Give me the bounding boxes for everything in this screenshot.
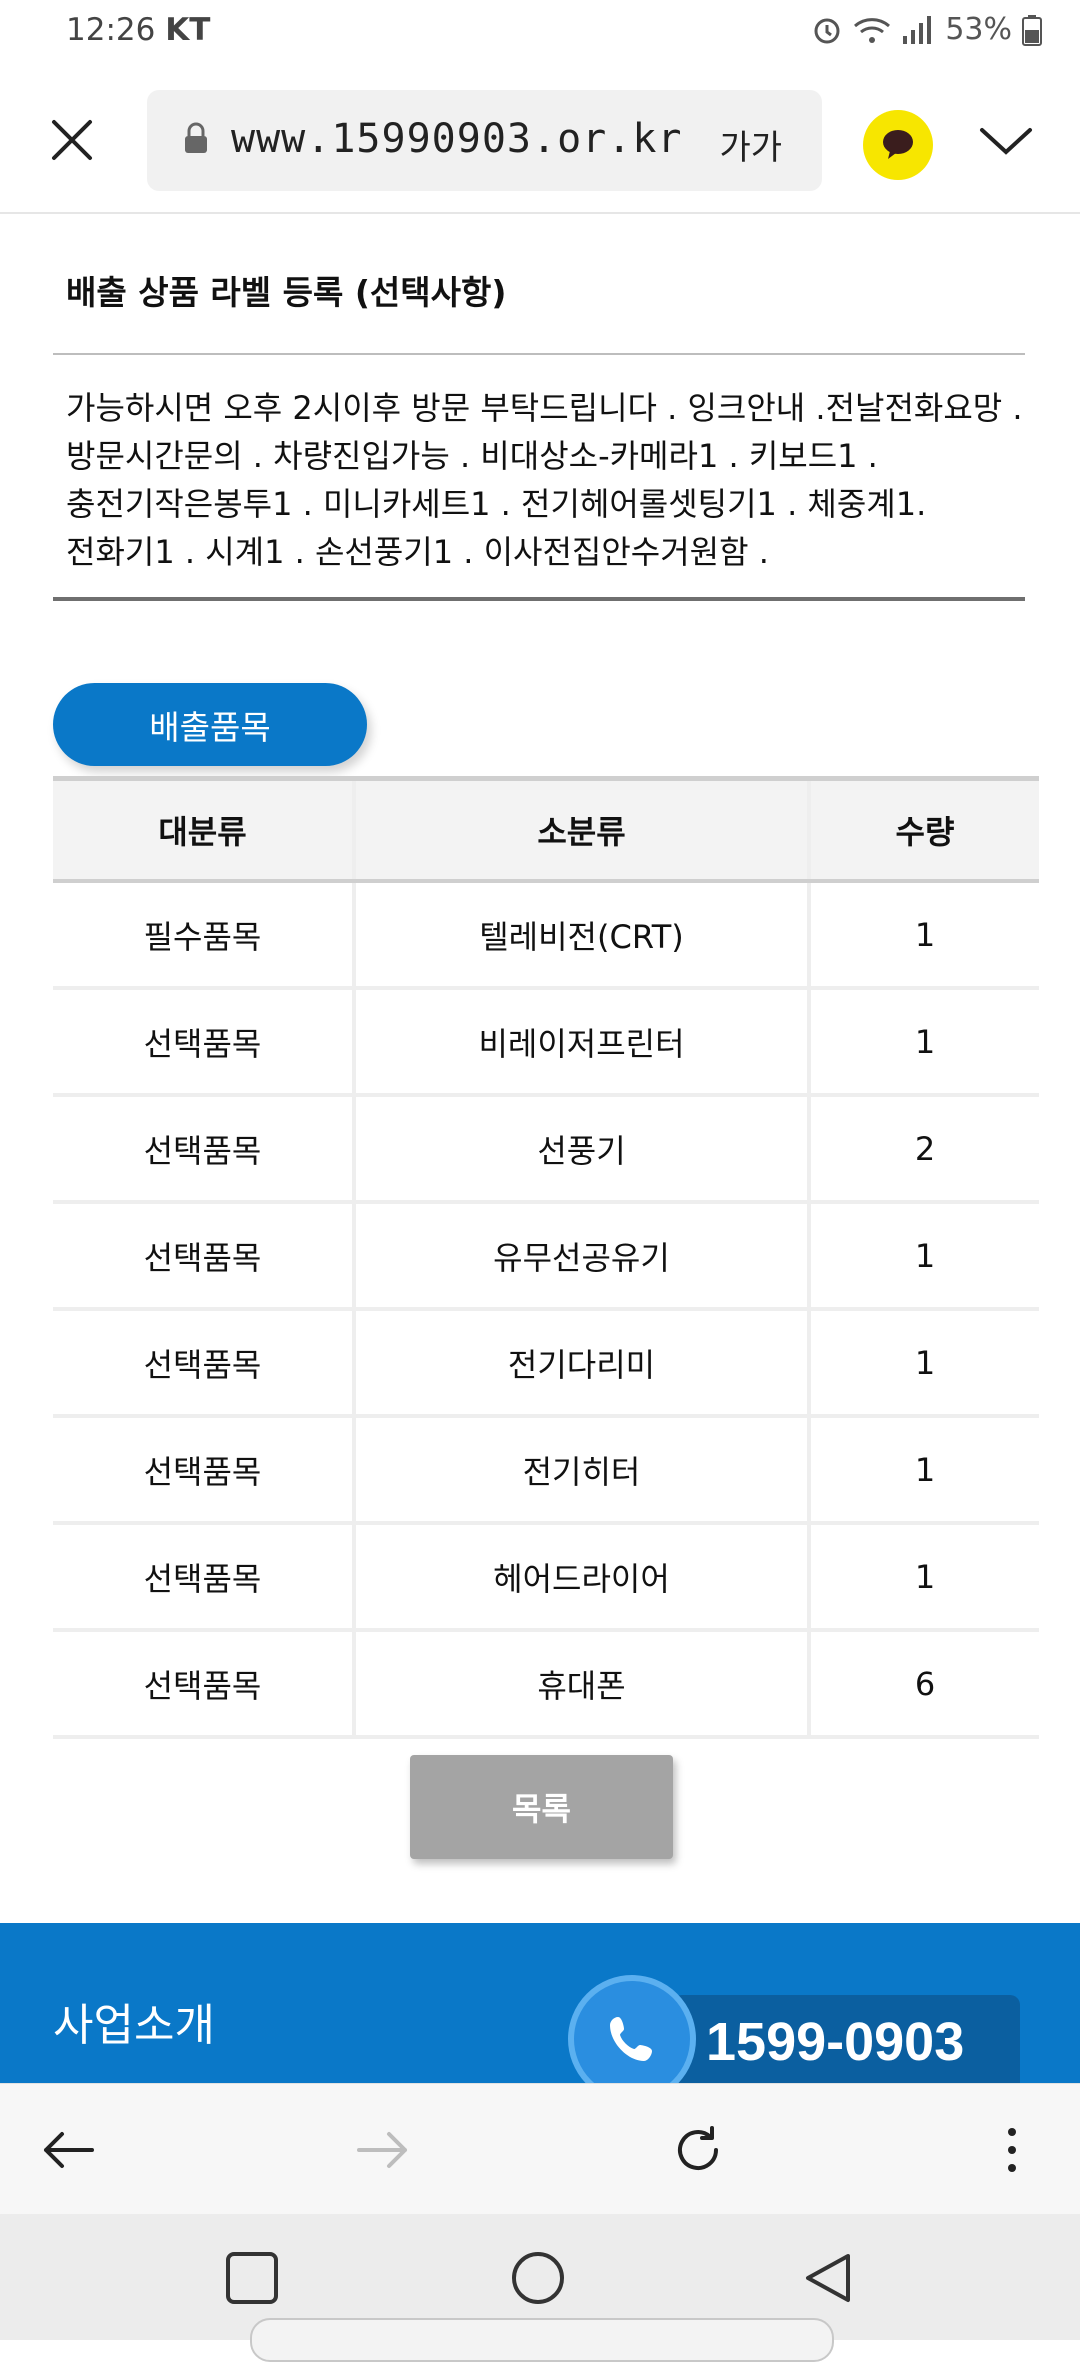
header-quantity: 수량 xyxy=(807,776,1039,883)
cell-subcategory: 전기다리미 xyxy=(352,1309,809,1418)
divider-thick xyxy=(53,597,1025,601)
cell-subcategory: 휴대폰 xyxy=(352,1630,809,1739)
wifi-icon xyxy=(854,17,891,43)
battery-percent: 53% xyxy=(945,12,1012,47)
cell-category: 선택품목 xyxy=(53,1202,354,1311)
back-arrow-icon[interactable] xyxy=(40,2122,96,2178)
tab-disposal-items[interactable]: 배출품목 xyxy=(53,683,367,766)
text-size-button[interactable]: 가가 xyxy=(719,120,782,169)
items-table: 대분류 소분류 수량 필수품목 텔레비전(CRT) 1 선택품목 비레이저프린터… xyxy=(53,776,1039,1739)
gesture-handle[interactable] xyxy=(250,2318,834,2362)
cell-quantity: 2 xyxy=(807,1095,1039,1204)
signal-icon xyxy=(903,15,932,44)
header-subcategory: 소분류 xyxy=(352,776,809,883)
status-carrier: KT xyxy=(165,12,211,48)
table-row: 선택품목 휴대폰 6 xyxy=(53,1630,1039,1739)
section-title: 배출 상품 라벨 등록 (선택사항) xyxy=(66,273,507,312)
system-back-icon[interactable] xyxy=(800,2250,856,2306)
table-row: 필수품목 텔레비전(CRT) 1 xyxy=(53,881,1039,990)
phone-icon xyxy=(568,1975,696,2083)
cell-category: 선택품목 xyxy=(53,1309,354,1418)
footer-band: 사업소개 1599-0903 xyxy=(0,1923,1080,2083)
cell-subcategory: 선풍기 xyxy=(352,1095,809,1204)
close-icon[interactable] xyxy=(48,116,96,164)
status-bar: 12:26 KT 53% xyxy=(0,0,1080,66)
cell-category: 선택품목 xyxy=(53,1630,354,1739)
battery-icon xyxy=(1022,14,1042,46)
cell-category: 선택품목 xyxy=(53,1095,354,1204)
cell-category: 선택품목 xyxy=(53,1416,354,1525)
browser-toolbar: www.15990903.or.kr 가가 xyxy=(0,66,1080,214)
more-vert-icon[interactable] xyxy=(984,2122,1040,2178)
cell-quantity: 1 xyxy=(807,1523,1039,1632)
cell-quantity: 1 xyxy=(807,1202,1039,1311)
forward-arrow-icon[interactable] xyxy=(355,2122,411,2178)
browser-nav-bar xyxy=(0,2083,1080,2215)
kakao-talk-icon[interactable] xyxy=(863,110,933,180)
cell-quantity: 1 xyxy=(807,881,1039,990)
refresh-icon[interactable] xyxy=(670,2122,726,2178)
recent-apps-icon[interactable] xyxy=(224,2250,280,2306)
table-row: 선택품목 유무선공유기 1 xyxy=(53,1202,1039,1311)
header-category: 대분류 xyxy=(53,776,354,883)
table-header-row: 대분류 소분류 수량 xyxy=(53,776,1039,883)
home-icon[interactable] xyxy=(510,2250,566,2306)
cell-quantity: 1 xyxy=(807,988,1039,1097)
cell-subcategory: 텔레비전(CRT) xyxy=(352,881,809,990)
cell-category: 선택품목 xyxy=(53,1523,354,1632)
status-clock: 12:26 xyxy=(66,12,156,48)
cell-quantity: 6 xyxy=(807,1630,1039,1739)
cell-subcategory: 비레이저프린터 xyxy=(352,988,809,1097)
cell-quantity: 1 xyxy=(807,1309,1039,1418)
cell-category: 필수품목 xyxy=(53,881,354,990)
status-icons: 53% xyxy=(811,12,1042,47)
system-nav-bar xyxy=(0,2214,1080,2362)
table-row: 선택품목 헤어드라이어 1 xyxy=(53,1523,1039,1632)
cell-subcategory: 전기히터 xyxy=(352,1416,809,1525)
cell-subcategory: 헤어드라이어 xyxy=(352,1523,809,1632)
footer-business-intro-link[interactable]: 사업소개 xyxy=(53,1989,215,2053)
chevron-down-icon[interactable] xyxy=(978,122,1034,162)
cell-subcategory: 유무선공유기 xyxy=(352,1202,809,1311)
alarm-icon xyxy=(814,18,840,43)
list-button[interactable]: 목록 xyxy=(410,1755,673,1859)
table-row: 선택품목 선풍기 2 xyxy=(53,1095,1039,1204)
divider xyxy=(53,353,1025,355)
url-text: www.15990903.or.kr xyxy=(231,116,683,162)
cell-quantity: 1 xyxy=(807,1416,1039,1525)
url-bar[interactable]: www.15990903.or.kr 가가 xyxy=(147,90,822,191)
memo-text: 가능하시면 오후 2시이후 방문 부탁드립니다 . 잉크안내 .전날전화요망 .… xyxy=(66,389,1023,571)
lock-icon xyxy=(183,122,209,158)
table-row: 선택품목 전기다리미 1 xyxy=(53,1309,1039,1418)
status-time: 12:26 KT xyxy=(66,12,210,48)
phone-number[interactable]: 1599-0903 xyxy=(706,2011,964,2073)
table-row: 선택품목 전기히터 1 xyxy=(53,1416,1039,1525)
table-row: 선택품목 비레이저프린터 1 xyxy=(53,988,1039,1097)
cell-category: 선택품목 xyxy=(53,988,354,1097)
